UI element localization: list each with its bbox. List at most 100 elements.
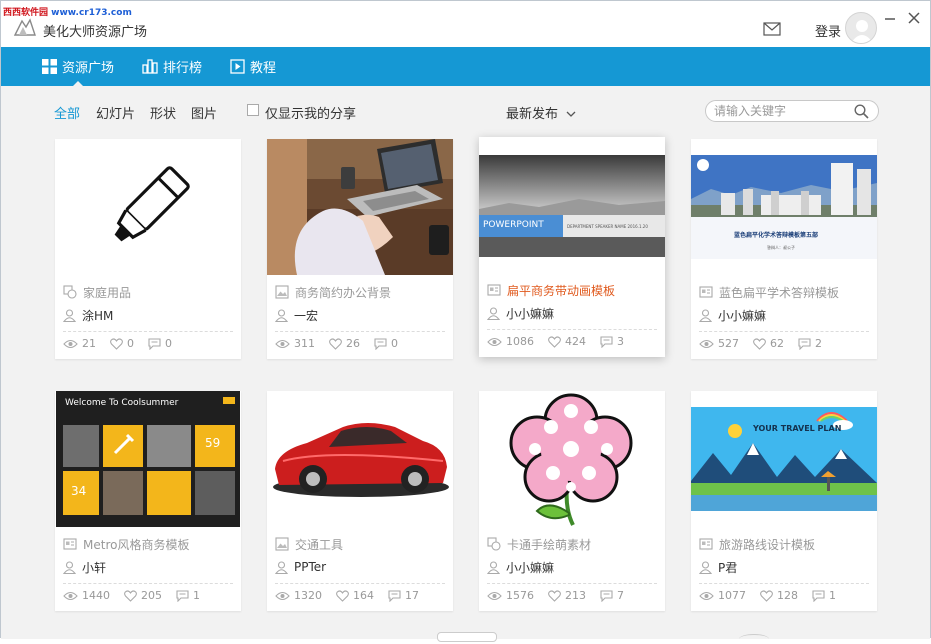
filter-slides[interactable]: 幻灯片 bbox=[96, 103, 135, 122]
card-thumbnail[interactable]: YOUR TRAVEL PLAN bbox=[691, 391, 877, 527]
sort-dropdown[interactable]: 最新发布 bbox=[506, 103, 576, 122]
card-author[interactable]: 小小嫲嫲 bbox=[487, 305, 554, 321]
eye-icon bbox=[275, 591, 290, 600]
comment-count[interactable]: 7 bbox=[600, 589, 624, 602]
heart-icon bbox=[329, 337, 342, 350]
tab-resource-square[interactable]: 资源广场 bbox=[40, 47, 116, 86]
like-count[interactable]: 164 bbox=[336, 589, 374, 602]
pagination[interactable] bbox=[437, 632, 497, 642]
login-button[interactable]: 登录 bbox=[815, 21, 841, 40]
card-author[interactable]: 小小嫲嫲 bbox=[487, 559, 554, 575]
resource-card[interactable]: 蓝色扁平化学术答辩模板第五部 答辩人：叔公子 蓝色扁平学术答辩模板 小小嫲嫲 5… bbox=[691, 139, 877, 359]
heart-icon bbox=[336, 589, 349, 602]
eye-icon bbox=[63, 339, 78, 348]
card-category: 蓝色扁平学术答辩模板 bbox=[699, 284, 839, 300]
card-stats: 1576 213 7 bbox=[487, 589, 638, 602]
app-title: 美化大师资源广场 bbox=[43, 25, 148, 40]
like-count[interactable]: 213 bbox=[548, 589, 586, 602]
comment-count[interactable]: 2 bbox=[798, 337, 822, 350]
card-thumbnail[interactable]: Welcome To Coolsummer 59 34 bbox=[55, 391, 241, 527]
card-thumbnail[interactable] bbox=[267, 391, 453, 527]
close-icon[interactable] bbox=[907, 11, 921, 25]
tab-ranking[interactable]: 排行榜 bbox=[140, 47, 204, 86]
card-author[interactable]: 小小嫲嫲 bbox=[699, 307, 766, 323]
card-stats: 527 62 2 bbox=[699, 337, 836, 350]
tab-tutorial[interactable]: 教程 bbox=[228, 47, 278, 86]
grid-icon bbox=[42, 59, 57, 74]
sort-label: 最新发布 bbox=[506, 107, 559, 122]
only-mine-checkbox[interactable] bbox=[247, 104, 259, 116]
like-count[interactable]: 424 bbox=[548, 335, 586, 348]
author-name: 小小嫲嫲 bbox=[506, 560, 555, 575]
comment-count[interactable]: 1 bbox=[176, 589, 200, 602]
divider bbox=[63, 331, 233, 332]
shape-icon bbox=[63, 285, 77, 299]
card-thumbnail[interactable] bbox=[55, 139, 241, 275]
card-stats: 1086 424 3 bbox=[487, 335, 638, 348]
comment-icon bbox=[388, 589, 401, 602]
travel-title-text: YOUR TRAVEL PLAN bbox=[752, 424, 841, 433]
divider bbox=[699, 331, 869, 332]
tab-label: 资源广场 bbox=[62, 61, 115, 76]
resource-card[interactable]: YOUR TRAVEL PLAN 旅游路线设计模板 P君 1077 128 1 bbox=[691, 391, 877, 611]
minimize-icon[interactable] bbox=[883, 11, 897, 25]
comment-count[interactable]: 17 bbox=[388, 589, 419, 602]
user-icon bbox=[63, 560, 76, 574]
divider bbox=[487, 583, 657, 584]
like-count[interactable]: 128 bbox=[760, 589, 798, 602]
comment-count[interactable]: 0 bbox=[374, 337, 398, 350]
comment-count[interactable]: 1 bbox=[812, 589, 836, 602]
search-input[interactable] bbox=[714, 103, 849, 119]
author-name: 小轩 bbox=[82, 560, 107, 575]
card-category: 交通工具 bbox=[275, 536, 343, 552]
laptop-desk-photo bbox=[267, 139, 453, 275]
slide-icon bbox=[63, 538, 77, 550]
mail-icon[interactable] bbox=[763, 22, 781, 36]
chevron-down-icon bbox=[566, 111, 576, 117]
marker-pen-icon bbox=[114, 166, 190, 242]
title-bar: 美化大师资源广场 登录 bbox=[1, 1, 930, 47]
search-box bbox=[705, 100, 879, 122]
resource-card[interactable]: Welcome To Coolsummer 59 34 Metro风格商务模板 … bbox=[55, 391, 241, 611]
eye-icon bbox=[487, 337, 502, 346]
card-author[interactable]: 小轩 bbox=[63, 559, 106, 575]
like-count[interactable]: 26 bbox=[329, 337, 360, 350]
comment-count[interactable]: 3 bbox=[600, 335, 624, 348]
category-label: 卡通手绘萌素材 bbox=[507, 537, 592, 552]
app-logo-icon bbox=[13, 18, 36, 36]
card-category: 卡通手绘萌素材 bbox=[487, 536, 591, 552]
metro-number-text: 59 bbox=[205, 436, 220, 450]
search-icon[interactable] bbox=[854, 104, 869, 119]
card-author[interactable]: PPTer bbox=[275, 559, 326, 575]
category-label: 商务简约办公背景 bbox=[295, 285, 392, 300]
card-author[interactable]: 一宏 bbox=[275, 307, 318, 323]
shape-icon bbox=[487, 537, 501, 551]
resource-card[interactable]: 卡通手绘萌素材 小小嫲嫲 1576 213 7 bbox=[479, 391, 665, 611]
comment-count[interactable]: 0 bbox=[148, 337, 172, 350]
card-thumbnail[interactable]: 蓝色扁平化学术答辩模板第五部 答辩人：叔公子 bbox=[691, 139, 877, 275]
card-thumbnail[interactable]: POWERPOINT DEPARTMENT SPEAKER NAME 2016.… bbox=[479, 137, 665, 273]
play-icon bbox=[230, 59, 245, 74]
metro-number-text: 34 bbox=[71, 484, 86, 498]
like-count[interactable]: 0 bbox=[110, 337, 134, 350]
view-count: 21 bbox=[63, 337, 96, 350]
resource-card[interactable]: POWERPOINT DEPARTMENT SPEAKER NAME 2016.… bbox=[479, 137, 665, 357]
filter-shapes[interactable]: 形状 bbox=[150, 103, 176, 122]
user-icon bbox=[63, 308, 76, 322]
avatar[interactable] bbox=[845, 12, 877, 44]
filter-images[interactable]: 图片 bbox=[191, 103, 217, 122]
like-count[interactable]: 205 bbox=[124, 589, 162, 602]
eye-icon bbox=[63, 591, 78, 600]
resource-card[interactable]: 交通工具 PPTer 1320 164 17 bbox=[267, 391, 453, 611]
resource-card[interactable]: 家庭用品 涂HM 21 0 0 bbox=[55, 139, 241, 359]
card-thumbnail[interactable] bbox=[479, 391, 665, 527]
view-count: 527 bbox=[699, 337, 739, 350]
scroll-indicator bbox=[739, 634, 769, 644]
resource-card[interactable]: 商务简约办公背景 一宏 311 26 0 bbox=[267, 139, 453, 359]
like-count[interactable]: 62 bbox=[753, 337, 784, 350]
filter-all[interactable]: 全部 bbox=[54, 103, 80, 122]
card-author[interactable]: 涂HM bbox=[63, 307, 113, 323]
card-author[interactable]: P君 bbox=[699, 559, 737, 575]
slide-icon bbox=[699, 286, 713, 298]
card-thumbnail[interactable] bbox=[267, 139, 453, 275]
